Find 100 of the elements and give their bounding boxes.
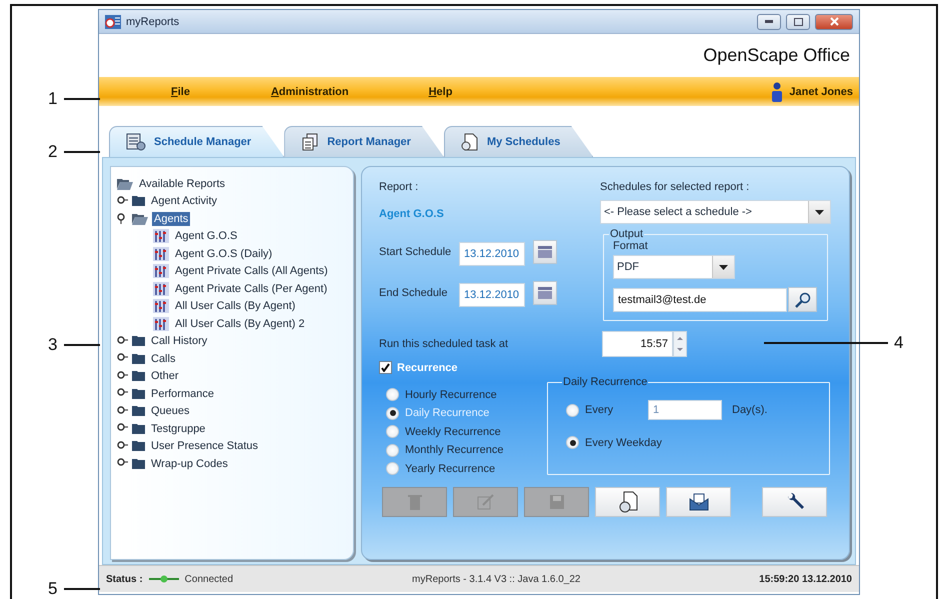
field-label: Schedules for selected report :: [600, 181, 750, 193]
field-label: Format: [613, 240, 648, 252]
unit-label: Day(s).: [732, 404, 768, 416]
edit-icon: [476, 494, 494, 510]
envelope-icon: [688, 493, 708, 511]
radio-button[interactable]: [386, 406, 399, 420]
tree-item[interactable]: Agent G.O.S (Daily): [173, 246, 274, 261]
field-label: End Schedule: [379, 287, 448, 299]
tree-item[interactable]: All User Calls (By Agent): [173, 299, 298, 314]
user-name: Janet Jones: [789, 86, 853, 98]
status-datetime: 15:59:20 13.12.2010: [759, 574, 852, 584]
date-field[interactable]: 13.12.2010: [459, 242, 525, 266]
tree-item[interactable]: Wrap-up Codes: [149, 456, 230, 471]
report-name: Agent G.O.S: [379, 208, 445, 220]
format-dropdown[interactable]: PDF: [613, 255, 735, 279]
radio-label: Weekly Recurrence: [405, 426, 501, 438]
tree-item[interactable]: User Presence Status: [149, 439, 260, 454]
tree-item[interactable]: Agent Activity: [149, 194, 220, 208]
folder-icon: [132, 336, 145, 346]
menu-item[interactable]: Administration: [270, 86, 349, 98]
minimize-button[interactable]: [757, 14, 781, 30]
schedule-dropdown[interactable]: <- Please select a schedule ->: [600, 200, 831, 224]
settings-button[interactable]: [762, 487, 827, 517]
spinner-arrows-icon[interactable]: [673, 331, 687, 357]
leader-line: [64, 588, 100, 590]
open-folder-icon: [132, 212, 148, 225]
caret-icon: [719, 264, 728, 270]
connection-icon: [148, 575, 179, 583]
report-icon: [153, 246, 169, 261]
checkbox-label: Recurrence: [397, 362, 458, 374]
radio-label: Hourly Recurrence: [405, 388, 497, 400]
close-icon: [830, 17, 838, 26]
folder-icon: [132, 354, 145, 364]
report-icon: [153, 316, 169, 331]
email-field[interactable]: testmail3@test.de: [613, 288, 787, 312]
tab[interactable]: My Schedules: [444, 126, 594, 157]
menu-item[interactable]: File: [171, 86, 190, 98]
calendar-icon: [538, 246, 552, 258]
tab[interactable]: Schedule Manager: [109, 126, 284, 157]
radio-label: Yearly Recurrence: [405, 462, 496, 474]
version-text: myReports - 3.1.4 V3 :: Java 1.6.0_22: [412, 574, 580, 584]
group-label: Output: [609, 228, 644, 240]
tree-item[interactable]: Other: [149, 369, 181, 384]
tree-item[interactable]: Agent G.O.S: [173, 229, 240, 244]
leader-line: [64, 344, 100, 346]
tree-item[interactable]: Agent Private Calls (All Agents): [173, 264, 330, 278]
tree-item[interactable]: Calls: [149, 352, 178, 366]
callout-number: 1: [48, 90, 58, 107]
tab[interactable]: Report Manager: [284, 126, 444, 157]
new-document-icon: [618, 491, 638, 513]
radio-label: Every: [585, 404, 614, 416]
search-button[interactable]: [788, 287, 817, 312]
radio-button[interactable]: [386, 388, 399, 401]
tree-item[interactable]: Call History: [149, 334, 210, 348]
window-title: myReports: [126, 16, 180, 28]
report-icon: [153, 264, 169, 278]
callout-number: 3: [48, 336, 58, 353]
radio-button[interactable]: [386, 444, 399, 456]
field-label: Run this scheduled task at: [379, 338, 510, 350]
trash-icon: [408, 494, 422, 510]
radio-label: Monthly Recurrence: [405, 444, 504, 456]
folder-icon: [132, 406, 145, 416]
radio-button[interactable]: [566, 436, 579, 449]
calendar-button[interactable]: [533, 240, 557, 264]
date-field[interactable]: 13.12.2010: [459, 283, 525, 307]
folder-icon: [132, 424, 145, 434]
schedule-list-icon: [126, 133, 146, 151]
menu-item[interactable]: Help: [428, 86, 452, 98]
send-button[interactable]: [666, 487, 731, 517]
calendar-button[interactable]: [533, 281, 557, 305]
tree-item[interactable]: Agents: [152, 212, 190, 226]
field-label: Report :: [379, 181, 420, 193]
report-icon: [153, 229, 169, 244]
open-folder-icon: [117, 178, 133, 190]
minimize-icon: [765, 20, 773, 23]
radio-label: Every Weekday: [585, 436, 662, 448]
calendar-icon: [538, 287, 552, 299]
report-icon: [153, 299, 169, 314]
recurrence-checkbox[interactable]: [379, 361, 392, 374]
tree-item[interactable]: Testgruppe: [149, 422, 208, 436]
maximize-button[interactable]: [786, 14, 810, 30]
tree-item[interactable]: Performance: [149, 386, 216, 401]
status-label: Status :: [106, 574, 143, 584]
group-label: Daily Recurrence: [562, 376, 648, 388]
tree-item[interactable]: Agent Private Calls (Per Agent): [173, 282, 330, 296]
radio-button[interactable]: [386, 462, 399, 475]
field-label: Start Schedule: [379, 246, 452, 258]
tree-item[interactable]: Queues: [149, 404, 192, 418]
radio-button[interactable]: [386, 425, 399, 438]
new-button[interactable]: [595, 487, 660, 517]
documents-icon: [301, 133, 320, 151]
tree-item[interactable]: All User Calls (By Agent) 2: [173, 316, 307, 331]
time-field[interactable]: 15:57: [602, 331, 673, 357]
report-icon: [153, 282, 169, 296]
radio-label: Daily Recurrence: [405, 407, 490, 419]
folder-icon: [132, 441, 145, 452]
radio-button[interactable]: [566, 404, 579, 416]
folder-icon: [132, 196, 145, 206]
maximize-icon: [794, 18, 802, 26]
close-button[interactable]: [815, 14, 853, 30]
